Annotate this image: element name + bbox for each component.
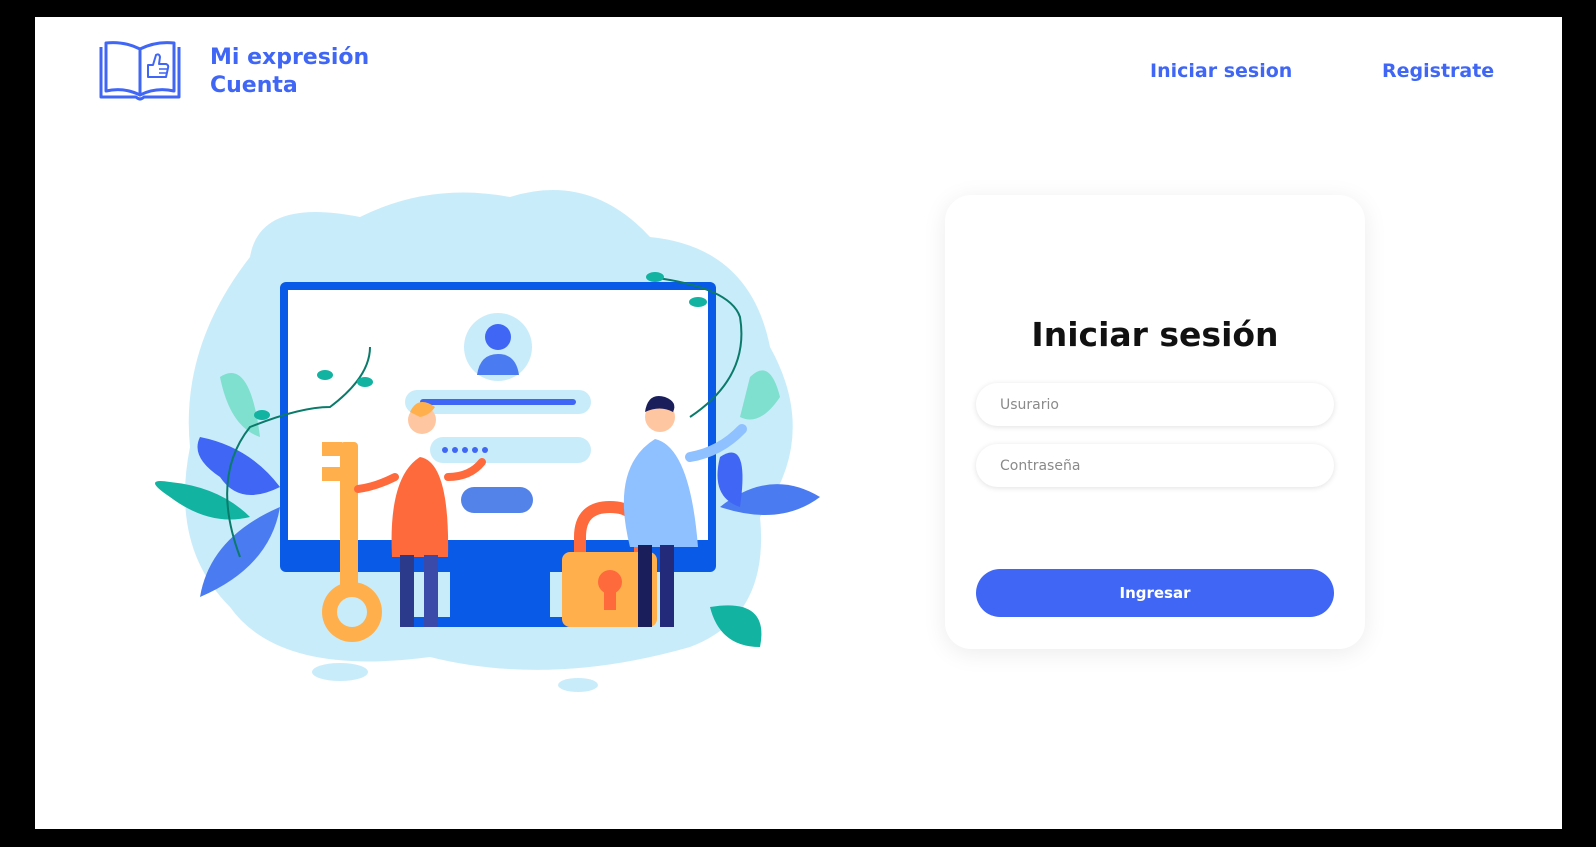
nav-register-link[interactable]: Registrate xyxy=(1382,60,1494,82)
brand-line-2: Cuenta xyxy=(210,73,298,98)
login-card: Iniciar sesión Ingresar xyxy=(945,195,1365,649)
brand-line-1: Mi expresión xyxy=(210,45,370,70)
login-title: Iniciar sesión xyxy=(1031,315,1279,354)
username-field[interactable] xyxy=(976,383,1334,426)
app-window: Mi expresión Cuenta Iniciar sesion Regis… xyxy=(35,17,1562,829)
book-thumbs-up-icon[interactable] xyxy=(98,39,182,103)
login-submit-button[interactable]: Ingresar xyxy=(976,569,1334,617)
nav-login-link[interactable]: Iniciar sesion xyxy=(1150,60,1292,82)
login-security-illustration xyxy=(155,190,820,692)
password-field[interactable] xyxy=(976,444,1334,487)
brand-name[interactable]: Mi expresión Cuenta xyxy=(210,44,369,100)
